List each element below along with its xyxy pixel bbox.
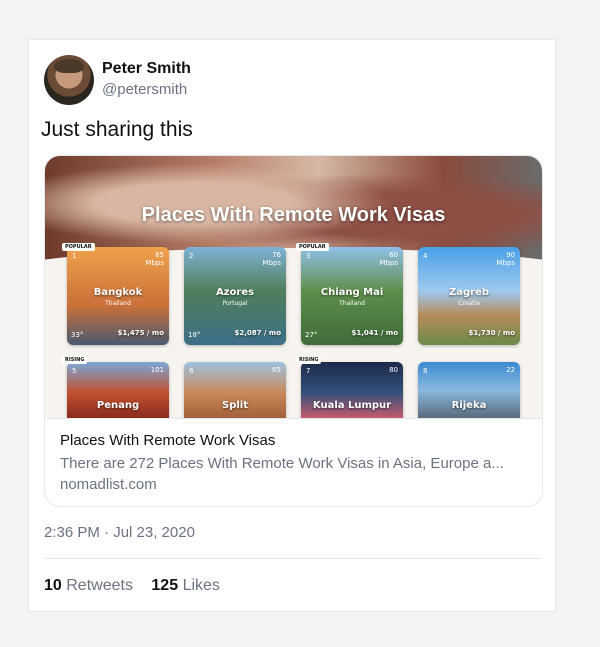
tile-rank: 5 (72, 367, 77, 375)
tile-city: Bangkok (93, 287, 143, 298)
link-title[interactable]: Places With Remote Work Visas (60, 432, 275, 449)
user-handle[interactable]: @petersmith (102, 81, 187, 98)
tile-country: Portugal (222, 300, 248, 307)
user-name[interactable]: Peter Smith (102, 60, 191, 78)
tile-city: Zagreb (448, 287, 490, 298)
tile-country: Thailand (339, 300, 365, 307)
city-tile-kuala-lumpur: 7 80 Kuala Lumpur (301, 362, 403, 418)
image-headline: Places With Remote Work Visas (141, 204, 446, 226)
tile-temperature: 27° (305, 331, 318, 339)
wifi-speed: 22 (506, 366, 515, 374)
tile-rank: 3 (306, 252, 311, 260)
tile-rank: 1 (72, 252, 77, 260)
tile-temperature: 33° (71, 331, 84, 339)
tile-city: Chiang Mai (320, 287, 384, 298)
tile-rank: 2 (189, 252, 194, 260)
wifi-speed: 60 Mbps (379, 251, 398, 267)
tile-rank: 6 (189, 367, 194, 375)
wifi-speed: 65 (272, 366, 281, 374)
city-tile-zagreb: 4 90 Mbps Zagreb Croatia $1,730 / mo (418, 247, 520, 345)
tile-city: Kuala Lumpur (312, 400, 392, 411)
link-domain: nomadlist.com (60, 476, 157, 493)
tile-price: $1,475 / mo (117, 329, 164, 337)
city-tile-azores: 2 76 Mbps Azores Portugal 18° $2,087 / mo (184, 247, 286, 345)
tweet-stats: 10 Retweets 125 Likes (44, 577, 220, 595)
tile-temperature: 18° (188, 331, 201, 339)
avatar[interactable] (44, 55, 94, 105)
tile-rank: 8 (423, 367, 428, 375)
tweet-card: Peter Smith @petersmith Just sharing thi… (28, 39, 556, 612)
rising-badge: RISING (62, 356, 88, 364)
city-tile-rijeka: 8 22 Rijeka (418, 362, 520, 418)
wifi-speed: 76 Mbps (262, 251, 281, 267)
tile-price: $1,041 / mo (351, 329, 398, 337)
retweets-stat[interactable]: 10 Retweets (44, 577, 133, 594)
wifi-speed: 101 (150, 366, 164, 374)
city-tile-split: 6 65 Split (184, 362, 286, 418)
tile-price: $1,730 / mo (468, 329, 515, 337)
city-tile-bangkok: 1 85 Mbps Bangkok Thailand 33° $1,475 / m… (67, 247, 169, 345)
link-description: There are 272 Places With Remote Work Vi… (60, 455, 504, 472)
tile-city: Azores (215, 287, 255, 298)
city-tile-chiang-mai: 3 60 Mbps Chiang Mai Thailand 27° $1,041 … (301, 247, 403, 345)
popular-badge: POPULAR (62, 243, 95, 251)
tile-rank: 7 (306, 367, 311, 375)
wifi-speed: 80 (389, 366, 398, 374)
tile-city: Rijeka (451, 400, 487, 411)
link-preview-image[interactable]: Places With Remote Work Visas 1 85 Mbps B… (45, 156, 542, 418)
tweet-timestamp[interactable]: 2:36 PM · Jul 23, 2020 (44, 524, 195, 541)
link-preview-card[interactable]: Places With Remote Work Visas 1 85 Mbps B… (44, 155, 543, 507)
divider (44, 558, 542, 559)
rising-badge: RISING (296, 356, 322, 364)
tile-rank: 4 (423, 252, 428, 260)
tweet-text: Just sharing this (41, 118, 193, 141)
city-tile-penang: 5 101 Penang (67, 362, 169, 418)
tile-city: Penang (96, 400, 140, 411)
tile-price: $2,087 / mo (234, 329, 281, 337)
tile-country: Thailand (105, 300, 131, 307)
wifi-speed: 90 Mbps (496, 251, 515, 267)
link-preview-info[interactable]: Places With Remote Work Visas There are … (45, 418, 542, 506)
tile-country: Croatia (458, 300, 480, 307)
popular-badge: POPULAR (296, 243, 329, 251)
wifi-speed: 85 Mbps (145, 251, 164, 267)
likes-stat[interactable]: 125 Likes (151, 577, 220, 594)
tile-city: Split (222, 400, 248, 411)
